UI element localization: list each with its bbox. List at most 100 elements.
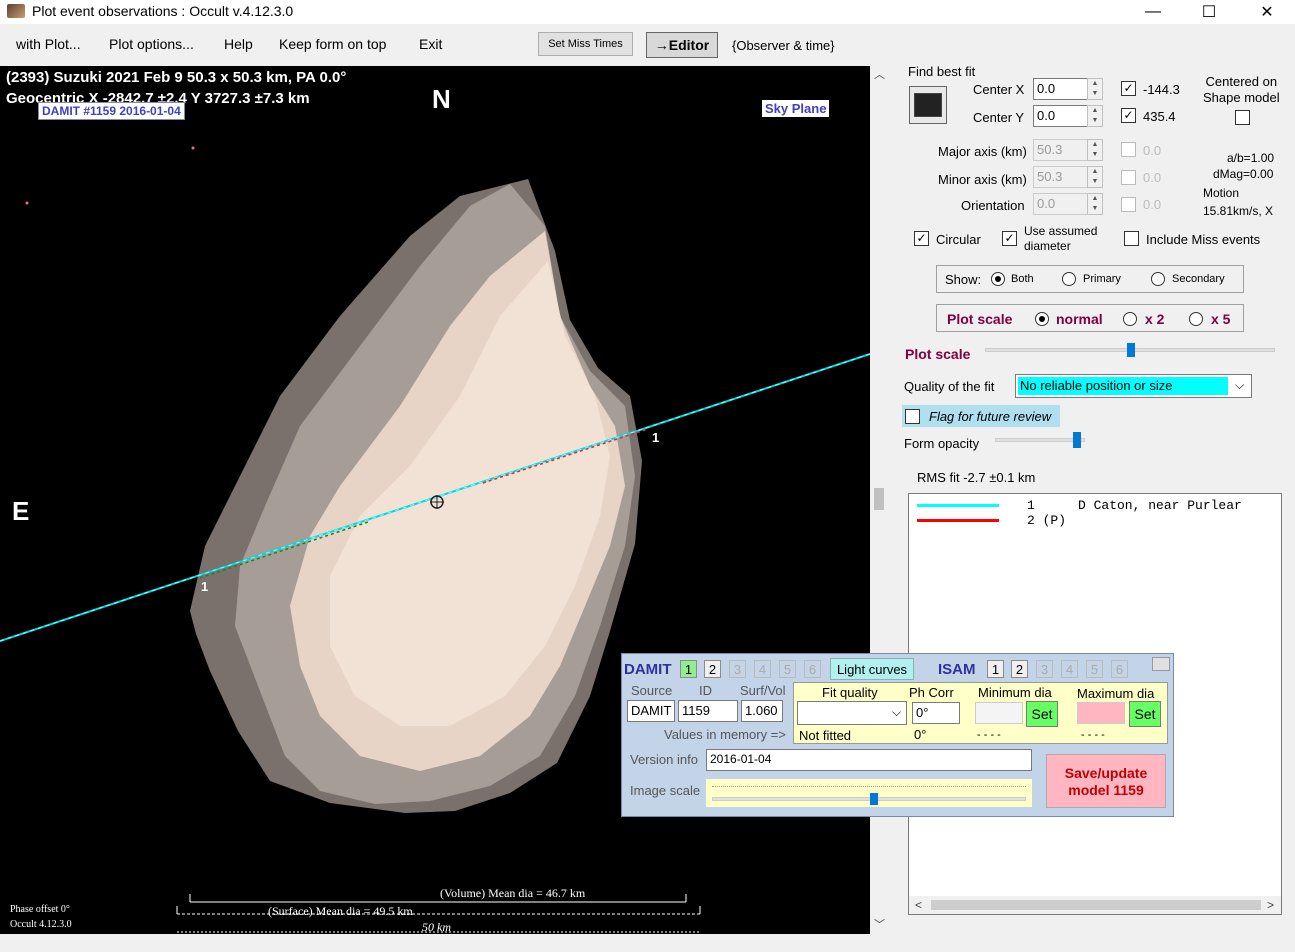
chevron-down-icon: ⌵ xyxy=(892,705,902,719)
center-x-value: -144.3 xyxy=(1143,82,1180,97)
damit-panel: DAMIT 1 2 3 4 5 6 Light curves ISAM 1 2 … xyxy=(621,653,1174,817)
orientation-checkbox[interactable] xyxy=(1121,197,1136,212)
include-miss-checkbox[interactable] xyxy=(1124,231,1139,246)
damit-tab-4[interactable]: 4 xyxy=(754,660,771,678)
values-memory-label: Values in memory => xyxy=(664,727,786,742)
chord-number-right: 1 xyxy=(652,430,660,445)
quality-select[interactable]: No reliable position or size ⌵ xyxy=(1015,374,1252,398)
damit-tab-2[interactable]: 2 xyxy=(704,660,721,678)
damit-tab-6[interactable]: 6 xyxy=(804,660,821,678)
minimize-button[interactable]: — xyxy=(1130,0,1176,24)
center-x-checkbox[interactable]: ✓ xyxy=(1121,81,1136,96)
scale-x5-radio[interactable] xyxy=(1189,312,1203,326)
min-dia-set-button[interactable]: Set xyxy=(1026,701,1058,727)
version-info-field: 2016-01-04 xyxy=(706,749,1032,771)
major-axis-spin[interactable]: ▲ ▼ xyxy=(1087,139,1103,161)
east-label: E xyxy=(12,496,30,526)
menu-with-plot[interactable]: with Plot... xyxy=(16,36,81,52)
show-both-radio[interactable] xyxy=(991,272,1005,286)
major-axis-checkbox[interactable] xyxy=(1121,142,1136,157)
center-y-input[interactable]: 0.0 xyxy=(1033,105,1088,127)
north-label: N xyxy=(432,84,451,114)
list-item-num: 2 (P) xyxy=(1027,513,1067,528)
menu-help[interactable]: Help xyxy=(224,36,253,52)
show-primary-radio[interactable] xyxy=(1062,272,1076,286)
isam-tab-2[interactable]: 2 xyxy=(1011,660,1028,678)
list-item[interactable]: 1 D Caton, near Purlear xyxy=(909,498,1281,513)
show-label: Show: xyxy=(945,272,982,287)
menu-exit[interactable]: Exit xyxy=(419,36,442,52)
damit-label: DAMIT #1159 2016-01-04 xyxy=(38,102,185,120)
id-label: ID xyxy=(699,683,712,698)
right-vscrollbar[interactable] xyxy=(1283,66,1295,934)
flag-review-checkbox[interactable] xyxy=(905,409,920,424)
minor-axis-checkbox[interactable] xyxy=(1121,170,1136,185)
isam-title: ISAM xyxy=(938,661,976,678)
max-dia-set-button[interactable]: Set xyxy=(1129,701,1161,727)
fit-quality-box: Fit quality Ph Corr Minimum dia Maximum … xyxy=(793,682,1168,744)
include-miss-label: Include Miss events xyxy=(1146,232,1261,247)
plot-hscrollbar[interactable] xyxy=(0,934,870,952)
orientation-input[interactable]: 0.0 xyxy=(1033,193,1088,215)
source-label: Source xyxy=(631,683,673,698)
center-x-input[interactable]: 0.0 xyxy=(1033,78,1088,100)
minor-axis-spin[interactable]: ▲ ▼ xyxy=(1087,166,1103,188)
editor-button[interactable]: →Editor xyxy=(646,32,718,58)
phase-offset-label: Phase offset 0° xyxy=(10,904,70,915)
motion-value: 15.81km/s, X xyxy=(1203,204,1274,218)
min-dia-input[interactable] xyxy=(975,702,1023,724)
orientation-spin[interactable]: ▲ ▼ xyxy=(1087,193,1103,215)
isam-tab-3[interactable]: 3 xyxy=(1036,660,1053,678)
save-update-button[interactable]: Save/update model 1159 xyxy=(1046,754,1166,808)
image-scale-slider[interactable] xyxy=(706,779,1032,807)
center-y-checkbox[interactable]: ✓ xyxy=(1121,108,1136,123)
isam-tab-4[interactable]: 4 xyxy=(1061,660,1078,678)
center-x-spin[interactable]: ▲ ▼ xyxy=(1087,78,1103,100)
observer-time-label[interactable]: {Observer & time} xyxy=(732,38,835,53)
maximize-button[interactable]: ☐ xyxy=(1186,0,1232,24)
minor-axis-input[interactable]: 50.3 xyxy=(1033,166,1088,188)
series-line-cyan xyxy=(917,504,999,507)
fit-quality-label: Fit quality xyxy=(822,685,878,700)
center-y-spin[interactable]: ▲ ▼ xyxy=(1087,105,1103,127)
isam-tab-6[interactable]: 6 xyxy=(1111,660,1128,678)
menu-keep-on-top[interactable]: Keep form on top xyxy=(279,36,386,52)
version-info-label: Version info xyxy=(630,752,698,767)
image-scale-label: Image scale xyxy=(630,783,701,798)
isam-tab-5[interactable]: 5 xyxy=(1086,660,1103,678)
set-miss-times-button[interactable]: Set Miss Times xyxy=(538,32,633,56)
find-best-fit-button[interactable] xyxy=(909,86,947,124)
show-secondary-radio[interactable] xyxy=(1151,272,1165,286)
scale-normal-radio[interactable] xyxy=(1035,312,1049,326)
surf-vol-label: Surf/Vol xyxy=(740,683,786,698)
flag-review-row[interactable]: Flag for future review xyxy=(902,405,1060,427)
centered-on-checkbox[interactable] xyxy=(1235,110,1250,125)
list-item[interactable]: 2 (P) xyxy=(909,513,1281,528)
list-hscrollbar[interactable]: < > xyxy=(909,896,1281,914)
chord-number-left: 1 xyxy=(201,579,209,594)
close-button[interactable]: ✕ xyxy=(1244,0,1290,24)
major-axis-input[interactable]: 50.3 xyxy=(1033,139,1088,161)
plot-title-line1: (2393) Suzuki 2021 Feb 9 50.3 x 50.3 km,… xyxy=(6,69,347,86)
damit-tab-3[interactable]: 3 xyxy=(729,660,746,678)
minor-axis-label: Minor axis (km) xyxy=(938,172,1027,187)
scale-x2-radio[interactable] xyxy=(1123,312,1137,326)
form-opacity-slider[interactable] xyxy=(995,430,1085,454)
scale-bar-label: 50 km xyxy=(422,920,451,934)
fit-quality-select[interactable]: ⌵ xyxy=(797,701,907,725)
isam-tab-1[interactable]: 1 xyxy=(987,660,1004,678)
damit-tab-5[interactable]: 5 xyxy=(779,660,796,678)
show-group: Show: Both Primary Secondary xyxy=(936,265,1244,293)
plot-scale-group: Plot scale normal x 2 x 5 xyxy=(936,304,1244,332)
menu-plot-options[interactable]: Plot options... xyxy=(109,36,194,52)
circular-checkbox[interactable]: ✓ xyxy=(914,231,929,246)
max-dia-input[interactable] xyxy=(1077,702,1125,724)
damit-tab-1[interactable]: 1 xyxy=(680,660,697,678)
min-dia-label: Minimum dia xyxy=(978,685,1052,700)
use-assumed-checkbox[interactable]: ✓ xyxy=(1002,231,1017,246)
star-dot xyxy=(191,146,195,150)
light-curves-button[interactable]: Light curves xyxy=(830,658,914,680)
ph-corr-input[interactable]: 0° xyxy=(912,702,960,724)
plot-scale-slider[interactable] xyxy=(985,340,1275,364)
damit-close-button[interactable] xyxy=(1152,657,1170,671)
